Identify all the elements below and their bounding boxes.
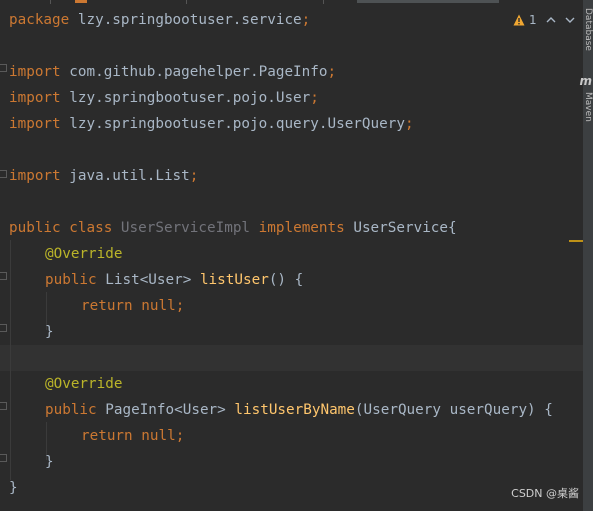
code-line-package: package lzy.springbootuser.service; bbox=[9, 12, 311, 28]
indent-guide bbox=[10, 240, 11, 480]
maven-icon: m bbox=[579, 74, 592, 88]
database-tool-tab[interactable]: Database bbox=[583, 8, 593, 58]
fold-marker[interactable] bbox=[0, 272, 7, 280]
maven-tool-tab[interactable]: Maven bbox=[583, 92, 593, 132]
code-line-import: import lzy.springbootuser.pojo.User; bbox=[9, 90, 319, 106]
code-line-import: import java.util.List; bbox=[9, 168, 199, 184]
watermark: CSDN @桌酱 bbox=[511, 487, 579, 500]
code-line-method: public PageInfo<User> listUserByName(Use… bbox=[45, 402, 553, 418]
code-line-import: import lzy.springbootuser.pojo.query.Use… bbox=[9, 116, 414, 132]
code-line-import: import com.github.pagehelper.PageInfo; bbox=[9, 64, 337, 80]
warning-count: 1 bbox=[529, 13, 537, 27]
warning-stripe-marker[interactable] bbox=[569, 240, 583, 242]
code-line-annotation: @Override bbox=[45, 246, 123, 262]
fold-marker[interactable] bbox=[0, 170, 7, 178]
chevron-down-icon[interactable] bbox=[565, 14, 575, 27]
fold-marker[interactable] bbox=[0, 402, 7, 410]
code-line-annotation: @Override bbox=[45, 376, 123, 392]
fold-marker[interactable] bbox=[0, 454, 7, 462]
inspections-widget[interactable]: 1 bbox=[513, 10, 575, 30]
right-tool-sidebar: Database m Maven bbox=[579, 0, 593, 511]
code-line-close-brace: } bbox=[45, 454, 54, 470]
current-line-highlight bbox=[0, 345, 583, 371]
code-line-method: public List<User> listUser() { bbox=[45, 272, 304, 288]
fold-marker[interactable] bbox=[0, 324, 7, 332]
code-line-return: return null; bbox=[81, 428, 185, 444]
code-line-close-brace: } bbox=[45, 324, 54, 340]
chevron-up-icon[interactable] bbox=[546, 14, 556, 27]
fold-marker[interactable] bbox=[0, 64, 7, 72]
code-editor[interactable]: package lzy.springbootuser.service; impo… bbox=[0, 0, 583, 511]
code-line-return: return null; bbox=[81, 298, 185, 314]
code-line-class-declaration: public class UserServiceImpl implements … bbox=[9, 220, 457, 236]
code-line-close-brace: } bbox=[9, 480, 18, 496]
warning-triangle-icon bbox=[513, 14, 525, 26]
